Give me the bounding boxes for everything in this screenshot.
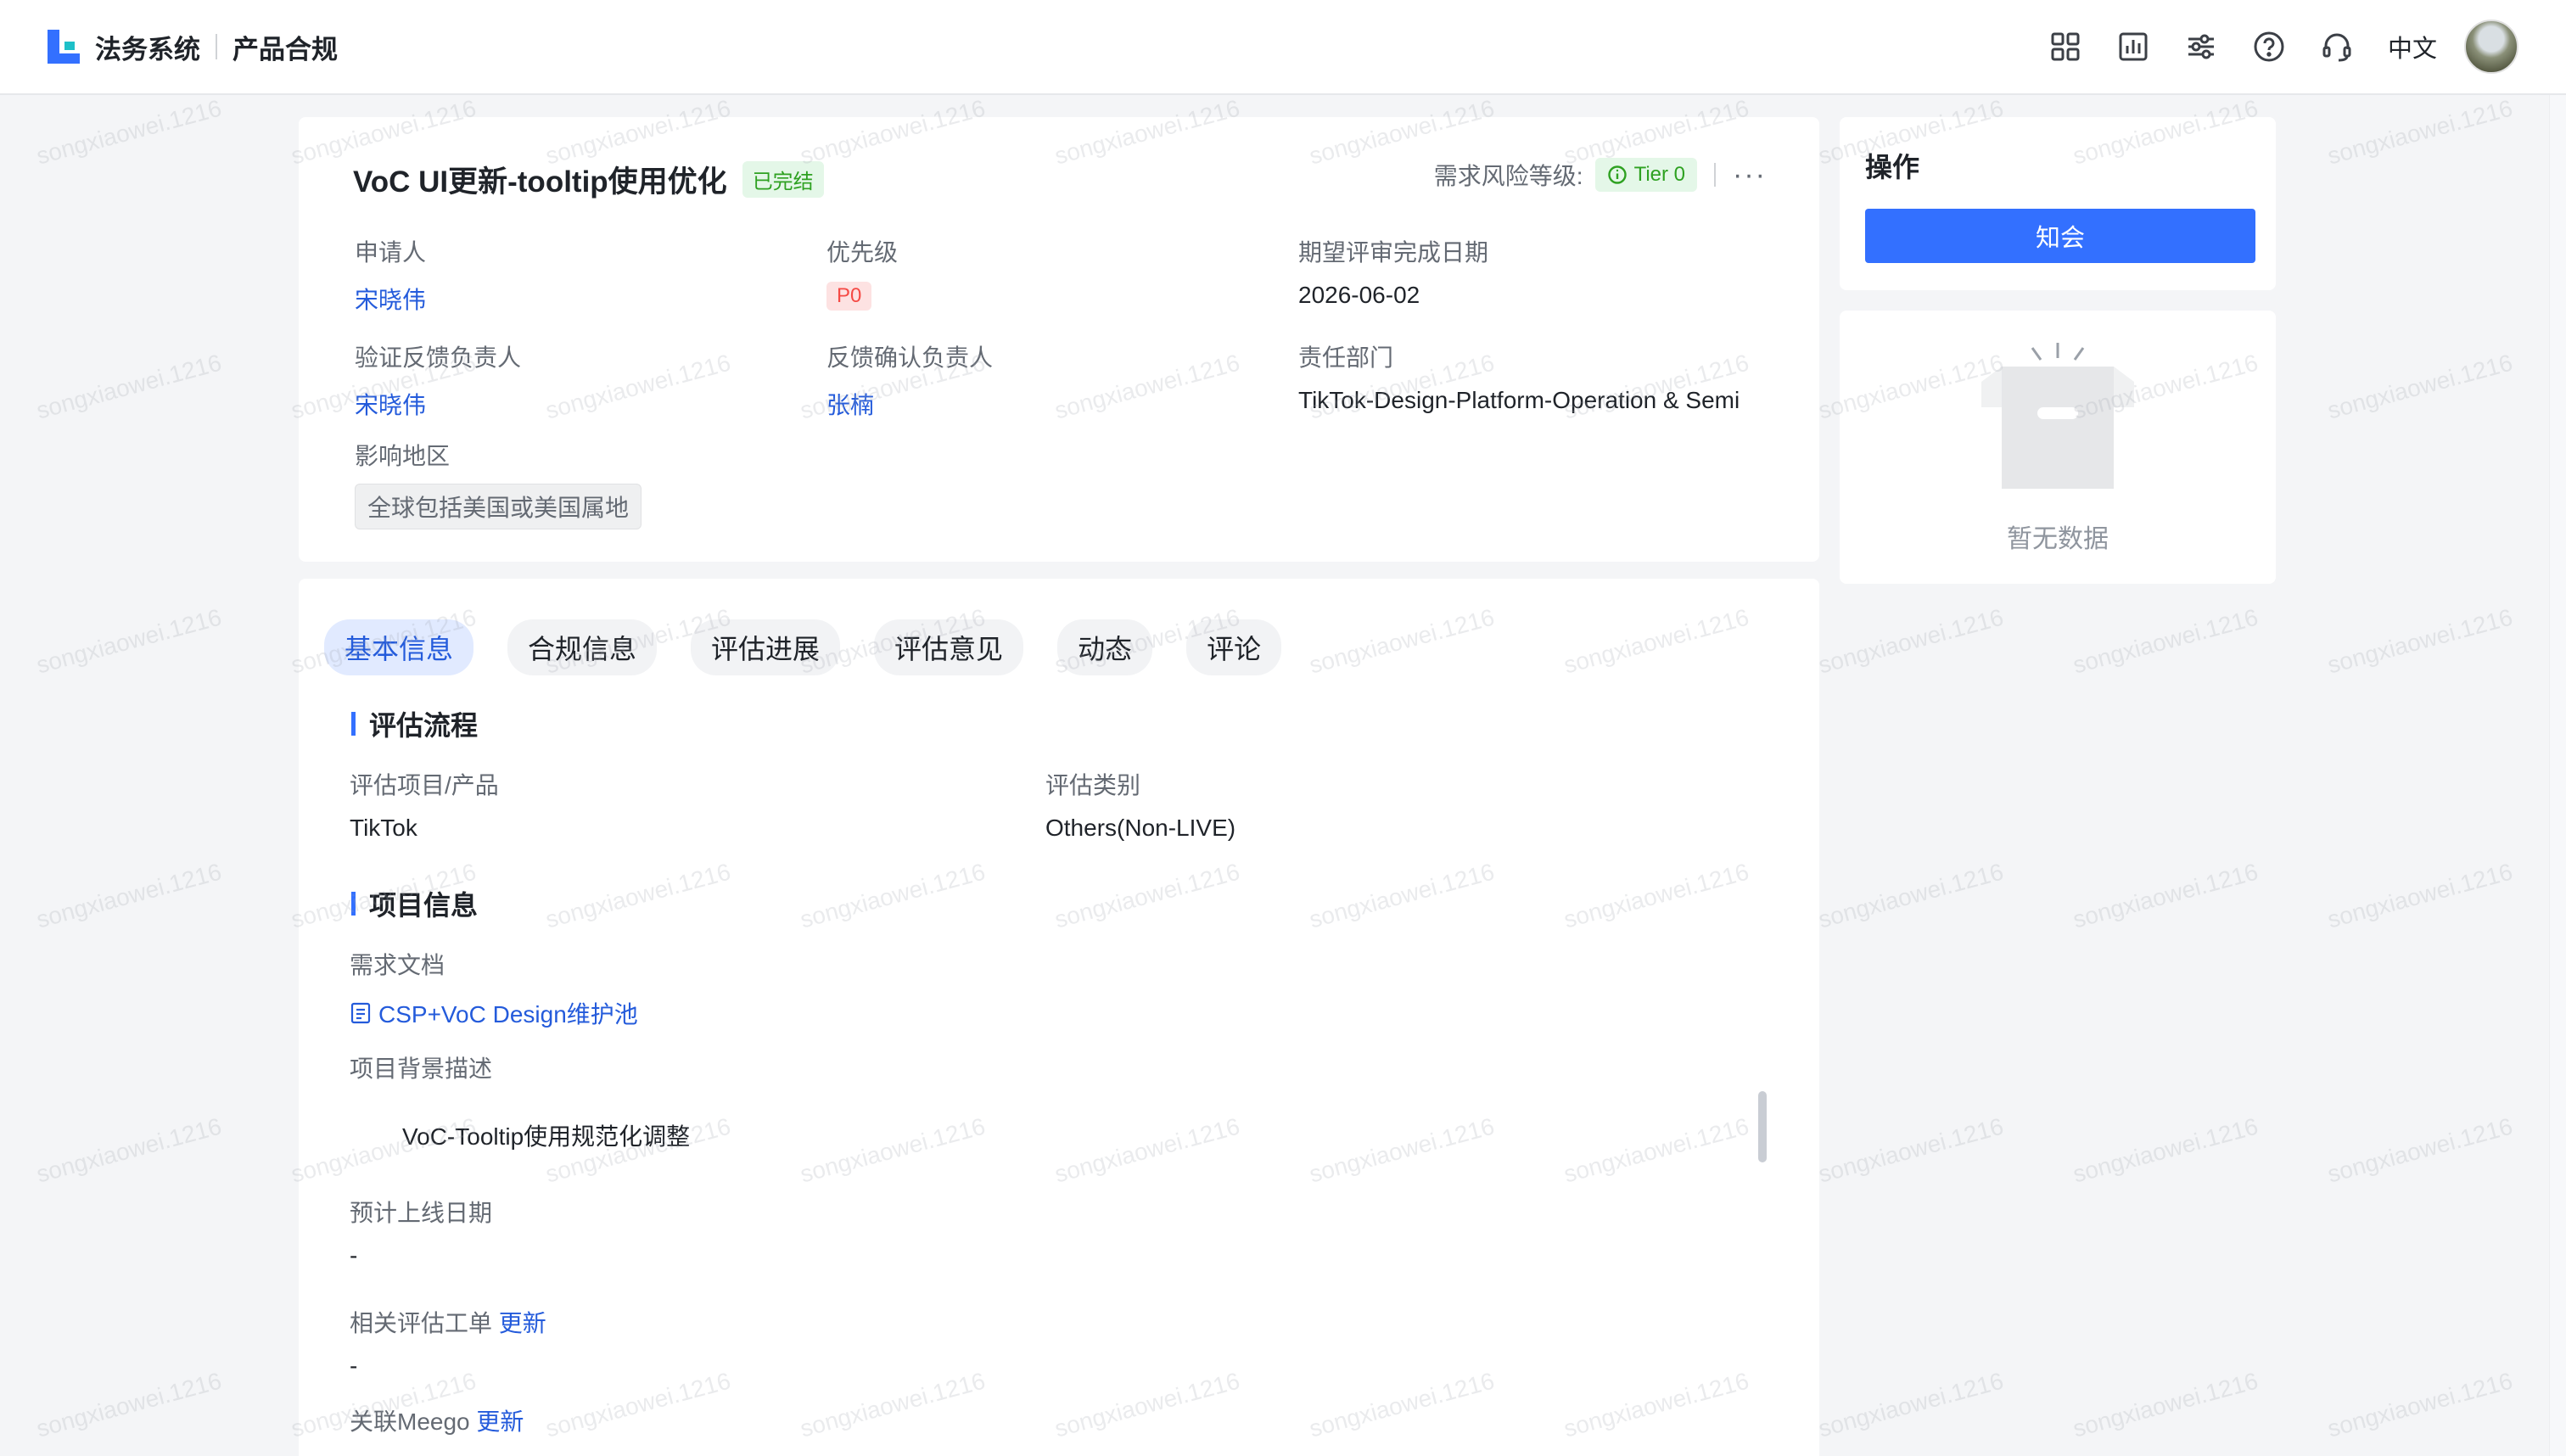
watermark-text: songxiaowei.1216 — [33, 1112, 225, 1188]
applicant-link[interactable]: 宋晓伟 — [355, 282, 426, 316]
feedback-owner-link[interactable]: 宋晓伟 — [355, 387, 521, 421]
section-evaluation-process: 评估流程 — [351, 704, 478, 743]
risk-tier-text: Tier 0 — [1633, 163, 1686, 186]
tab-compliance-info[interactable]: 合规信息 — [507, 619, 658, 675]
request-summary-card: VoC UI更新-tooltip使用优化 已完结 需求风险等级: Tier 0 … — [299, 117, 1819, 562]
priority-field: 优先级 P0 — [826, 234, 898, 311]
related-tickets-update-link[interactable]: 更新 — [499, 1310, 546, 1336]
tab-comments[interactable]: 评论 — [1186, 619, 1282, 675]
project-field: 评估项目/产品 TikTok — [350, 772, 499, 841]
document-icon — [350, 1002, 371, 1024]
related-tickets-value: - — [350, 1352, 358, 1379]
notify-button[interactable]: 知会 — [1865, 209, 2255, 263]
watermark-text: songxiaowei.1216 — [2324, 94, 2516, 170]
launch-date-field: 预计上线日期 - — [350, 1200, 493, 1268]
background-field: 项目背景描述 VoC-Tooltip使用规范化调整 — [350, 1050, 690, 1152]
header-divider — [216, 34, 217, 59]
top-bar: 法务系统 产品合规 中文 — [0, 0, 2566, 95]
product-name[interactable]: 产品合规 — [233, 28, 338, 66]
sliders-icon[interactable] — [2182, 28, 2220, 65]
watermark-text: songxiaowei.1216 — [33, 858, 225, 933]
watermark-text: songxiaowei.1216 — [33, 349, 225, 424]
category-field: 评估类别 Others(Non-LIVE) — [1045, 772, 1236, 841]
watermark-text: songxiaowei.1216 — [33, 1367, 225, 1442]
watermark-text: songxiaowei.1216 — [2324, 349, 2516, 424]
watermark-text: songxiaowei.1216 — [1815, 1112, 2007, 1188]
headset-icon[interactable] — [2318, 28, 2356, 65]
tab-basic-info[interactable]: 基本信息 — [324, 619, 474, 675]
related-tickets-field: 相关评估工单 更新 - — [350, 1310, 546, 1379]
avatar[interactable] — [2464, 20, 2518, 74]
risk-level-label: 需求风险等级: — [1433, 163, 1583, 189]
help-icon[interactable] — [2250, 28, 2288, 65]
category-value: Others(Non-LIVE) — [1045, 815, 1236, 841]
section-project-info: 项目信息 — [351, 884, 478, 923]
watermark-text: songxiaowei.1216 — [33, 603, 225, 679]
tab-bar: 基本信息 合规信息 评估进展 评估意见 动态 评论 — [324, 619, 1315, 675]
watermark-text: songxiaowei.1216 — [2070, 603, 2261, 679]
header-tools: 中文 — [2016, 20, 2518, 74]
request-title: VoC UI更新-tooltip使用优化 — [353, 165, 727, 199]
watermark-text: songxiaowei.1216 — [2324, 858, 2516, 933]
status-badge: 已完结 — [742, 161, 824, 198]
due-date-field: 期望评审完成日期 2026-06-02 — [1298, 239, 1489, 308]
region-field: 影响地区 全球包括美国或美国属地 — [355, 438, 642, 529]
project-value: TikTok — [350, 815, 417, 841]
empty-state-text: 暂无数据 — [2007, 525, 2109, 553]
empty-box-icon — [1981, 343, 2134, 489]
background-value: VoC-Tooltip使用规范化调整 — [402, 1123, 691, 1150]
due-date-value: 2026-06-02 — [1298, 282, 1420, 308]
requirement-doc-link[interactable]: CSP+VoC Design维护池 — [350, 996, 638, 1030]
watermark-text: songxiaowei.1216 — [2324, 603, 2516, 679]
tab-evaluation-opinion[interactable]: 评估意见 — [874, 619, 1024, 675]
brand-name: 法务系统 — [95, 34, 200, 64]
priority-badge: P0 — [826, 282, 872, 311]
watermark-text: songxiaowei.1216 — [33, 94, 225, 170]
tab-activity[interactable]: 动态 — [1057, 619, 1153, 675]
chart-icon[interactable] — [2115, 28, 2152, 65]
detail-card: 基本信息 合规信息 评估进展 评估意见 动态 评论 评估流程 评估项目/产品 T… — [299, 579, 1819, 1456]
watermark-text: songxiaowei.1216 — [1815, 1367, 2007, 1442]
watermark-text: songxiaowei.1216 — [2070, 1367, 2261, 1442]
watermark-text: songxiaowei.1216 — [1815, 858, 2007, 933]
logo-icon — [48, 30, 80, 64]
region-tag: 全球包括美国或美国属地 — [355, 484, 642, 529]
feedback-owner-field: 验证反馈负责人 宋晓伟 — [355, 339, 521, 421]
app-logo[interactable]: 法务系统 — [48, 28, 200, 66]
applicant-field: 申请人 宋晓伟 — [355, 234, 426, 316]
empty-state-card: 暂无数据 — [1840, 311, 2276, 584]
department-value: TikTok-Design-Platform-Operation & Semi — [1298, 387, 1740, 413]
tab-evaluation-progress[interactable]: 评估进展 — [691, 619, 841, 675]
confirm-owner-field: 反馈确认负责人 张楠 — [826, 339, 993, 421]
operations-card: 操作 知会 — [1840, 117, 2276, 290]
grid-icon[interactable] — [2047, 28, 2084, 65]
requirement-doc-field: 需求文档 CSP+VoC Design维护池 — [350, 947, 638, 1030]
risk-tier-badge: Tier 0 — [1594, 158, 1698, 192]
description-scrollbar[interactable] — [1758, 1091, 1767, 1162]
operations-title: 操作 — [1865, 152, 1920, 182]
department-field: 责任部门 TikTok-Design-Platform-Operation & … — [1298, 344, 1740, 413]
watermark-text: songxiaowei.1216 — [2070, 858, 2261, 933]
more-icon[interactable]: ··· — [1733, 160, 1767, 189]
confirm-owner-link[interactable]: 张楠 — [826, 387, 993, 421]
watermark-text: songxiaowei.1216 — [2324, 1367, 2516, 1442]
watermark-text: songxiaowei.1216 — [1815, 603, 2007, 679]
launch-date-value: - — [350, 1242, 358, 1268]
meego-update-link[interactable]: 更新 — [476, 1408, 524, 1435]
watermark-text: songxiaowei.1216 — [2070, 1112, 2261, 1188]
info-circle-icon — [1607, 165, 1627, 184]
page-scrollbar[interactable] — [2549, 95, 2566, 1456]
language-switch[interactable]: 中文 — [2388, 29, 2437, 64]
watermark-text: songxiaowei.1216 — [2324, 1112, 2516, 1188]
meego-field: 关联Meego 更新 — [350, 1408, 524, 1435]
